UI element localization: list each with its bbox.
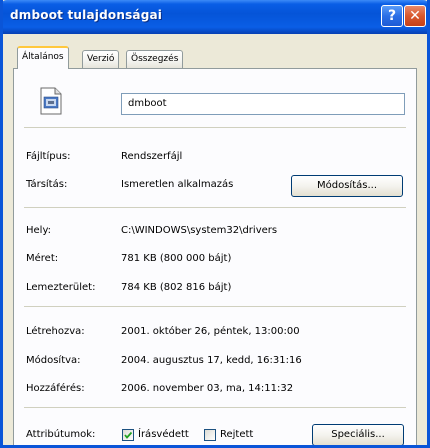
divider bbox=[24, 306, 406, 307]
help-button[interactable]: ? bbox=[381, 5, 403, 27]
close-button[interactable]: ✕ bbox=[404, 5, 426, 27]
general-tab-panel: dmboot Fájltípus: Rendszerfájl Társítás:… bbox=[13, 68, 417, 445]
created-label: Létrehozva: bbox=[26, 326, 85, 337]
divider bbox=[24, 207, 406, 208]
advanced-button[interactable]: Speciális... bbox=[312, 424, 404, 445]
location-value: C:\WINDOWS\system32\drivers bbox=[121, 225, 278, 236]
location-label: Hely: bbox=[26, 225, 52, 236]
opens-with-label: Társítás: bbox=[26, 179, 68, 190]
size-on-disk-value: 784 KB (802 816 bájt) bbox=[121, 282, 232, 293]
properties-window: dmboot tulajdonságai ? ✕ Általános Verzi… bbox=[0, 0, 430, 448]
readonly-checkbox[interactable] bbox=[122, 429, 134, 441]
hidden-label[interactable]: Rejtett bbox=[220, 429, 253, 440]
created-value: 2001. október 26, péntek, 13:00:00 bbox=[121, 326, 300, 337]
size-label: Méret: bbox=[26, 253, 59, 264]
accessed-value: 2006. november 03, ma, 14:11:32 bbox=[121, 383, 294, 394]
opens-with-value: Ismeretlen alkalmazás bbox=[121, 179, 234, 190]
hidden-checkbox[interactable] bbox=[204, 429, 216, 441]
divider bbox=[24, 407, 406, 408]
system-file-icon bbox=[40, 87, 62, 115]
file-type-label: Fájltípus: bbox=[26, 151, 71, 162]
modified-value: 2004. augusztus 17, kedd, 16:31:16 bbox=[121, 355, 302, 366]
readonly-label[interactable]: Írásvédett bbox=[138, 429, 189, 440]
tab-general[interactable]: Általános bbox=[17, 46, 69, 69]
size-on-disk-label: Lemezterület: bbox=[26, 282, 96, 293]
tab-summary[interactable]: Összegzés bbox=[126, 50, 184, 68]
modified-label: Módosítva: bbox=[26, 355, 81, 366]
file-type-value: Rendszerfájl bbox=[121, 151, 183, 162]
file-name-input[interactable]: dmboot bbox=[121, 93, 405, 115]
window-title: dmboot tulajdonságai bbox=[10, 8, 163, 22]
divider bbox=[24, 127, 406, 128]
size-value: 781 KB (800 000 bájt) bbox=[121, 253, 232, 264]
attributes-label: Attribútumok: bbox=[26, 429, 96, 440]
tab-version[interactable]: Verzió bbox=[82, 50, 120, 68]
accessed-label: Hozzáférés: bbox=[26, 383, 85, 394]
checkmark-icon bbox=[124, 431, 133, 439]
title-bar[interactable]: dmboot tulajdonságai ? ✕ bbox=[3, 0, 427, 34]
change-button[interactable]: Módosítás... bbox=[291, 175, 403, 197]
